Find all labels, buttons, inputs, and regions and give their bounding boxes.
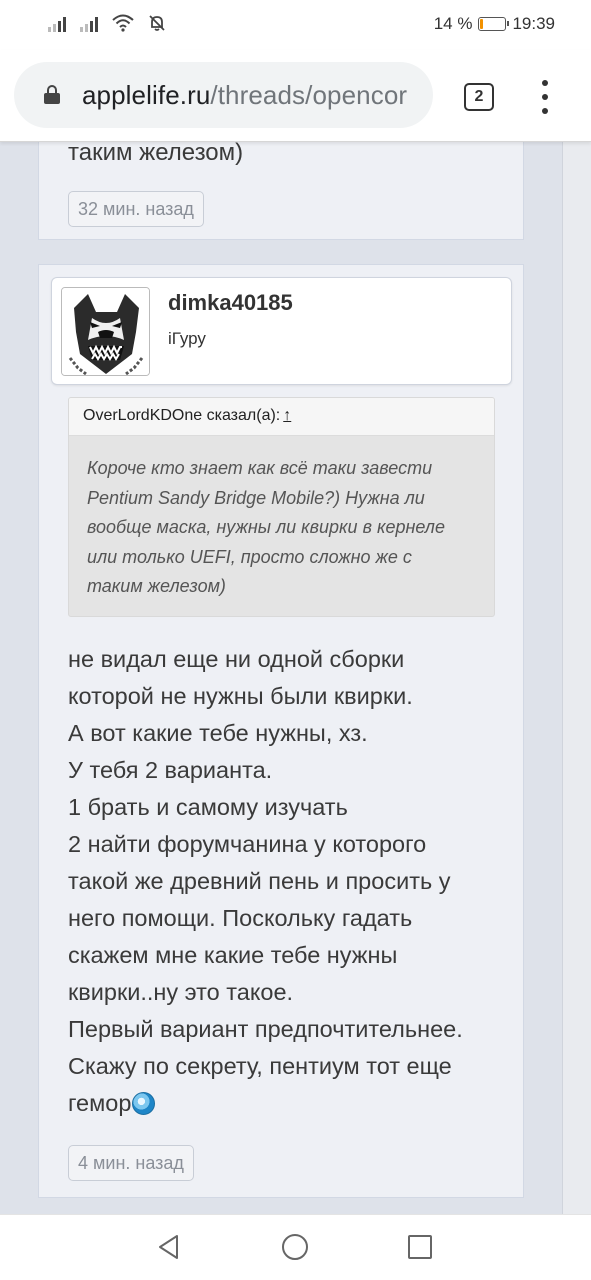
system-nav-bar [0, 1214, 591, 1280]
quote-text: Короче кто знает как всё таки завести Pe… [87, 454, 487, 602]
message-last-line: гемор [68, 1085, 508, 1122]
message-line: гемор [68, 1090, 132, 1116]
back-icon[interactable] [155, 1233, 183, 1261]
quote-line: или только UEFI, просто сложно же с [87, 546, 412, 567]
previous-post-text: таким железом) [68, 142, 244, 166]
message-line: такой же древний пень и просить у [68, 868, 451, 894]
tab-switcher-button[interactable]: 2 [464, 83, 494, 111]
message-line: скажем мне какие тебе нужны [68, 942, 398, 968]
battery-percent: 14 % [433, 14, 473, 33]
quote-header: OverLordKDOne сказал(а): ↑ [69, 398, 494, 436]
signal-icon [48, 16, 66, 32]
previous-post: таким железом) 32 мин. назад [38, 142, 524, 240]
message-line: Первый вариант предпочтительнее. [68, 1016, 463, 1042]
quote-author-label: OverLordKDOne сказал(а): [83, 407, 281, 424]
battery-icon [478, 17, 510, 31]
home-icon[interactable] [282, 1234, 308, 1260]
forum-post: dimka40185 iГуру OverLordKDOne сказал(а)… [38, 264, 524, 1198]
quote-line: вообще маска, нужны ли квирки в кернеле [87, 517, 445, 537]
url-text[interactable]: applelife.ru/threads/opencor [82, 80, 407, 111]
post-author[interactable]: dimka40185 [168, 290, 293, 316]
message-line: него помощи. Поскольку гадать [68, 905, 413, 931]
smiley-emoji-icon [132, 1092, 156, 1115]
quote-line: таким железом) [87, 576, 226, 596]
clock: 19:39 [512, 14, 555, 33]
post-message: не видал еще ни одной сборки которой не … [68, 641, 508, 1122]
address-bar[interactable]: applelife.ru/threads/opencor [14, 62, 433, 128]
message-line: которой не нужны были квирки. [68, 683, 413, 709]
url-host: applelife.ru [82, 80, 211, 110]
recents-icon[interactable] [408, 1235, 432, 1259]
message-line: 1 брать и самому изучать [68, 794, 348, 820]
overflow-menu-icon[interactable] [535, 80, 555, 114]
page-content[interactable]: таким железом) 32 мин. назад dimka40185 … [0, 142, 591, 1214]
message-line: квирки..ну это такое. [68, 979, 294, 1005]
quote-block: OverLordKDOne сказал(а): ↑ Короче кто зна… [68, 397, 495, 617]
message-line: Скажу по секрету, пентиум тот еще [68, 1053, 452, 1079]
status-bar: 14 % 19:39 [0, 0, 591, 50]
quote-line: Короче кто знает как всё таки завести [87, 458, 433, 478]
message-line: 2 найти форумчанина у которого [68, 831, 427, 857]
message-line: не видал еще ни одной сборки [68, 646, 405, 672]
status-icons-right: 14 % 19:39 [434, 14, 555, 34]
mute-icon [149, 15, 165, 31]
status-icons-left [48, 14, 166, 32]
url-path: /threads/opencor [210, 80, 408, 110]
browser-toolbar: applelife.ru/threads/opencor 2 [0, 50, 591, 142]
scroll-rail [562, 142, 591, 1214]
post-time[interactable]: 4 мин. назад [68, 1145, 194, 1181]
quote-line: Pentium Sandy Bridge Mobile?) Нужна ли [87, 487, 425, 508]
signal-icon [80, 16, 98, 32]
previous-post-time[interactable]: 32 мин. назад [68, 191, 204, 227]
message-line: А вот какие тебе нужны, хз. [68, 720, 368, 746]
quote-jump-link[interactable]: ↑ [283, 407, 291, 424]
user-card: dimka40185 iГуру [51, 277, 512, 385]
lock-icon[interactable] [44, 85, 60, 104]
message-line: У тебя 2 варианта. [68, 757, 273, 783]
wifi-icon [112, 14, 134, 32]
pitbull-avatar-icon[interactable] [61, 287, 150, 376]
author-rank: iГуру [168, 329, 206, 348]
